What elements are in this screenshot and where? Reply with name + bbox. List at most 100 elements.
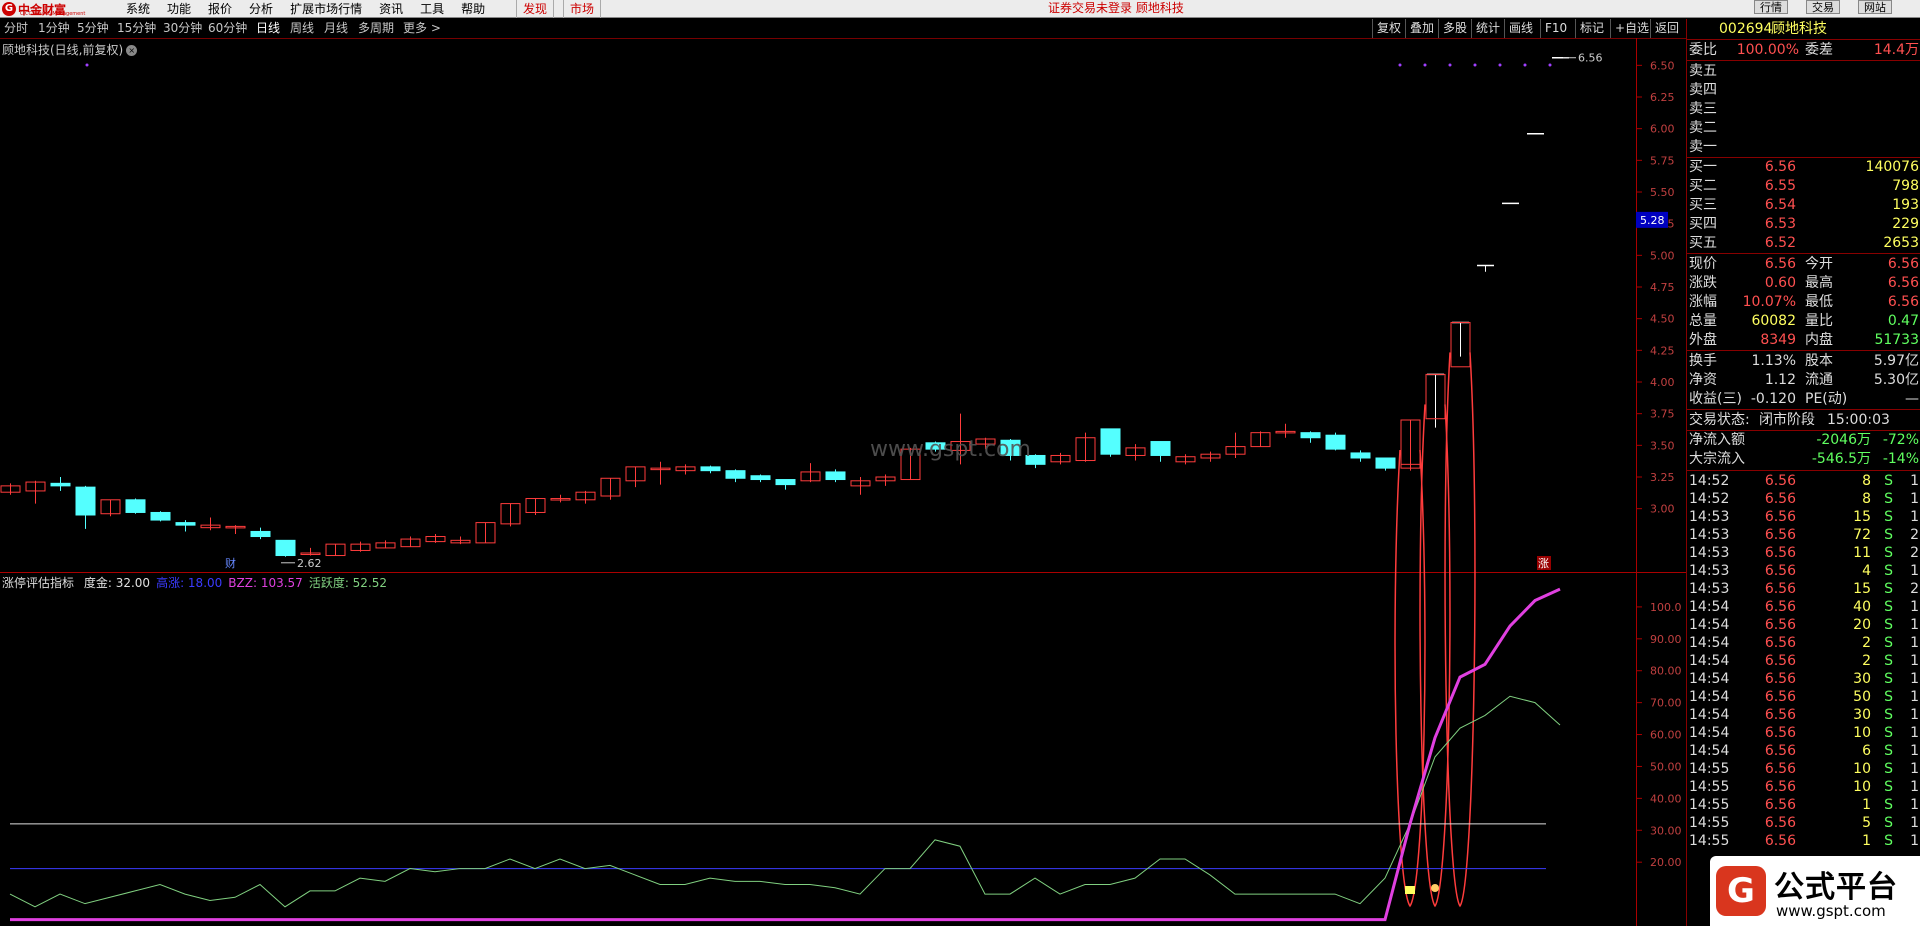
stat-label: PE(动) — [1805, 391, 1848, 407]
tick-price: 6.56 — [1764, 725, 1796, 741]
signal-dot — [1423, 63, 1427, 67]
stat-label: 总量 — [1689, 313, 1717, 329]
kline-chart[interactable]: 6.506.256.005.755.505.255.004.754.504.25… — [0, 0, 1686, 926]
stat-row: 涨跌 0.60 最高 6.56 — [1687, 274, 1920, 293]
status-time: 15:00:03 — [1827, 412, 1890, 428]
indicator-axis-label: 90.00 — [1650, 633, 1682, 646]
candle — [1050, 452, 1071, 465]
stat-label: 量比 — [1805, 313, 1833, 329]
tick-row: 14:54 6.56 10 S 1 — [1687, 724, 1920, 742]
tick-count: 1 — [1910, 761, 1919, 777]
tick-volume: 8 — [1862, 473, 1871, 489]
tick-volume: 10 — [1853, 761, 1871, 777]
tick-row: 14:53 6.56 4 S 1 — [1687, 562, 1920, 580]
tick-side: S — [1884, 581, 1893, 597]
buy-label: 买二 — [1689, 178, 1717, 194]
candle-body — [75, 486, 96, 516]
stat-label: 收益(三) — [1689, 391, 1742, 407]
tick-row: 14:54 6.56 50 S 1 — [1687, 688, 1920, 706]
tick-volume: 40 — [1853, 599, 1871, 615]
buy-price: 6.54 — [1764, 197, 1796, 213]
divider — [1687, 470, 1920, 471]
netflow-row: 净流入额 -2046万 -72% — [1687, 431, 1920, 450]
candle — [225, 525, 246, 534]
stat2-row: 换手 1.13% 股本 5.97亿 — [1687, 352, 1920, 371]
buy-label: 买一 — [1689, 159, 1717, 175]
candle — [800, 463, 821, 483]
indicator-axis-label: 20.00 — [1650, 856, 1682, 869]
candle — [775, 479, 796, 490]
tick-row: 14:54 6.56 40 S 1 — [1687, 598, 1920, 616]
buy-row: 买五 6.52 2653 — [1687, 234, 1920, 253]
tick-volume: 1 — [1862, 797, 1871, 813]
stat-label: 今开 — [1805, 256, 1833, 272]
indicator-title: 涨停评估指标 度金: 32.00 高涨: 18.00 BZZ: 103.57 活跃度:… — [2, 574, 387, 591]
tick-side: S — [1884, 779, 1893, 795]
tick-count: 1 — [1910, 743, 1919, 759]
stat-value: -0.120 — [1750, 391, 1796, 407]
buy-price: 6.55 — [1764, 178, 1796, 194]
price-axis-label: 6.25 — [1650, 91, 1675, 104]
stock-code: 002694 — [1719, 21, 1773, 37]
stat-label: 现价 — [1689, 256, 1717, 272]
indicator-param: 活跃度: 52.52 — [308, 576, 388, 590]
candle — [125, 498, 146, 514]
sell-label: 卖二 — [1689, 120, 1717, 136]
tick-volume: 50 — [1853, 689, 1871, 705]
weicha-value: 14.4万 — [1873, 42, 1919, 58]
tick-row: 14:53 6.56 72 S 2 — [1687, 526, 1920, 544]
indicator-param: 高涨: 18.00 — [156, 576, 223, 590]
tick-side: S — [1884, 815, 1893, 831]
indicator-axis-label: 60.00 — [1650, 729, 1682, 742]
zhang-label: 涨 — [1538, 557, 1549, 570]
tick-row: 14:55 6.56 1 S 1 — [1687, 832, 1920, 850]
signal-dot — [1548, 63, 1552, 67]
candle — [25, 480, 46, 504]
signal-marker — [1431, 884, 1439, 892]
candle — [1375, 457, 1396, 471]
candle — [850, 477, 871, 495]
stat-value: 6.56 — [1887, 275, 1919, 291]
netflow-label: 净流入额 — [1689, 432, 1745, 448]
candle — [1125, 444, 1146, 461]
tick-price: 6.56 — [1764, 779, 1796, 795]
signal-dot — [1398, 63, 1402, 67]
tick-volume: 4 — [1862, 563, 1871, 579]
tick-price: 6.56 — [1764, 689, 1796, 705]
tick-volume: 30 — [1853, 707, 1871, 723]
buy-row: 买三 6.54 193 — [1687, 196, 1920, 215]
tick-count: 1 — [1910, 509, 1919, 525]
candle-body — [175, 522, 196, 526]
candle-body — [250, 530, 271, 538]
candle-body — [1350, 452, 1371, 459]
signal-dot — [1523, 63, 1527, 67]
candle-body — [775, 479, 796, 486]
stat-label: 最高 — [1805, 275, 1833, 291]
candle-body — [275, 539, 296, 557]
gspt-badge: G 公式平台 www.gspt.com — [1710, 856, 1920, 926]
trade-top-button[interactable]: 交易 — [1806, 0, 1840, 14]
candle — [50, 477, 71, 491]
status-value: 闭市阶段 — [1759, 412, 1815, 428]
weicha-label: 委差 — [1805, 42, 1833, 58]
cai-label: 财 — [225, 556, 236, 570]
weibi-row: 委比 100.00% 委差 14.4万 — [1687, 41, 1920, 60]
stat-value: 1.12 — [1764, 372, 1796, 388]
quote-top-button[interactable]: 行情 — [1754, 0, 1788, 14]
stat-value: 8349 — [1760, 332, 1796, 348]
stat-label: 最低 — [1805, 294, 1833, 310]
tick-volume: 2 — [1862, 653, 1871, 669]
gspt-logo-icon: G — [1716, 866, 1766, 916]
candle — [200, 517, 221, 531]
cursor-price-label: 5.28 — [1640, 214, 1665, 227]
indicator-axis-label: 40.00 — [1650, 792, 1682, 805]
candle — [575, 490, 596, 504]
tick-price: 6.56 — [1764, 833, 1796, 849]
price-axis-label: 6.50 — [1650, 59, 1675, 72]
bigflow-label: 大宗流入 — [1689, 451, 1745, 467]
stat-value: 0.47 — [1887, 313, 1919, 329]
price-axis-label: 5.75 — [1650, 154, 1675, 167]
website-top-button[interactable]: 网站 — [1858, 0, 1892, 14]
tick-row: 14:54 6.56 30 S 1 — [1687, 670, 1920, 688]
signal-dot — [1473, 63, 1477, 67]
